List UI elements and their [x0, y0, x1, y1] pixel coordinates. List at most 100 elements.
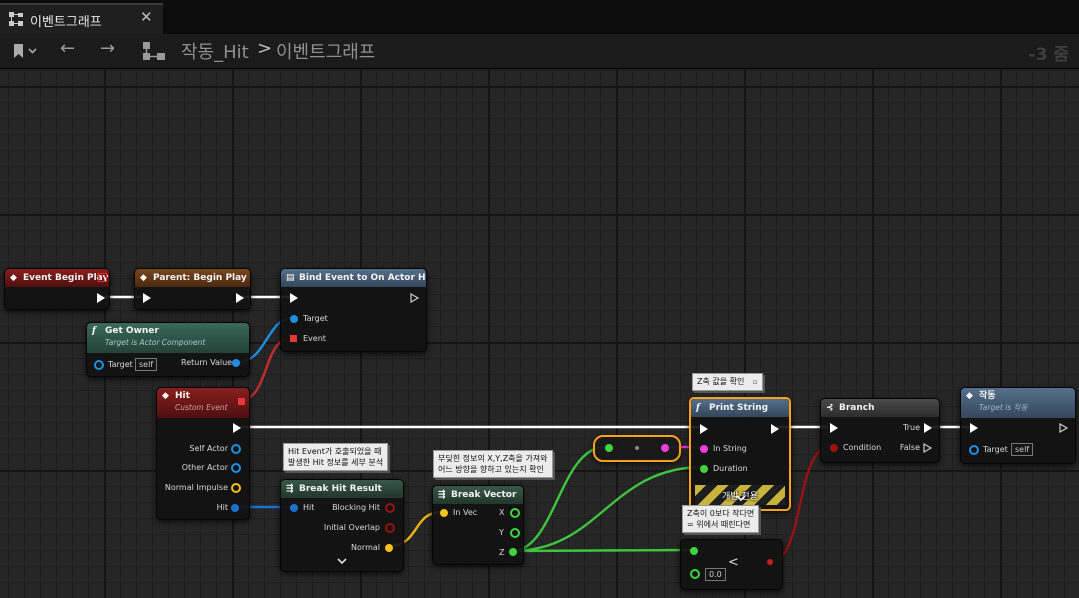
pin-label: False: [899, 443, 920, 452]
self-actor-pin[interactable]: [231, 444, 241, 454]
comment-print-z[interactable]: Z축 값을 확인 ▫: [692, 373, 763, 391]
node-action[interactable]: ◆ 작동 Target is 작동 Target self: [960, 387, 1076, 464]
target-pin[interactable]: [290, 315, 298, 323]
node-title: Hit: [175, 391, 190, 401]
forward-arrow-icon[interactable]: →: [100, 38, 115, 59]
node-title: Bind Event to On Actor Hit: [299, 273, 426, 283]
less-than-operator: <: [728, 555, 739, 570]
node-less-than[interactable]: 0.0 <: [680, 539, 783, 590]
x-pin[interactable]: [510, 508, 520, 518]
normal-pin[interactable]: [385, 544, 393, 552]
pin-label: Target: [108, 360, 133, 369]
pin-label: Y: [499, 528, 504, 537]
exec-out-pin[interactable]: [236, 293, 244, 303]
pin-label: Hit: [216, 503, 228, 512]
back-arrow-icon[interactable]: ←: [60, 38, 75, 59]
node-branch[interactable]: ⊰ Branch True Condition False: [820, 398, 940, 463]
node-title: Branch: [839, 403, 875, 413]
tab-label: 이벤트그래프: [30, 15, 102, 30]
pin-label: In String: [713, 444, 747, 453]
pin-label: X: [499, 508, 505, 517]
result-pin[interactable]: [767, 559, 773, 565]
false-pin[interactable]: [923, 443, 932, 453]
comment-line: Hit Event가 호출되었을 때: [288, 447, 382, 456]
function-icon: f: [696, 403, 700, 413]
pin-label: Initial Overlap: [323, 523, 380, 532]
exec-in-pin[interactable]: [290, 293, 298, 303]
node-title: Parent: Begin Play: [153, 273, 247, 283]
compare-value[interactable]: 0.0: [705, 568, 726, 581]
collapse-icon[interactable]: ▫: [753, 377, 758, 388]
node-title: Break Hit Result: [299, 484, 382, 494]
comment-line: 부딪힌 정보의 X,Y,Z축을 가져와: [438, 454, 548, 463]
y-pin[interactable]: [510, 528, 520, 538]
pin-label: Self Actor: [189, 444, 228, 453]
float-in-pin[interactable]: [605, 444, 613, 452]
target-value[interactable]: self: [1011, 443, 1034, 456]
a-pin[interactable]: [690, 547, 698, 555]
hit-pin[interactable]: [231, 504, 239, 512]
exec-out-pin[interactable]: [233, 423, 241, 433]
node-get-owner[interactable]: f Get Owner Target is Actor Component Ta…: [86, 322, 250, 377]
comment-line: 어느 방향을 향하고 있는지 확인: [438, 465, 544, 474]
event-pin[interactable]: [290, 335, 297, 342]
normal-impulse-pin[interactable]: [231, 483, 241, 493]
node-print-string[interactable]: f Print String In String Duration 개발 전용: [689, 397, 791, 511]
node-break-vector[interactable]: ⇶ Break Vector In Vec X Y Z: [432, 485, 524, 565]
duration-pin[interactable]: [700, 465, 708, 473]
node-hit-event[interactable]: ◆ Hit Custom Event Self Actor Other Acto…: [156, 387, 250, 520]
in-string-pin[interactable]: [700, 445, 708, 453]
return-value-pin[interactable]: [232, 359, 240, 367]
z-pin[interactable]: [509, 548, 517, 556]
node-parent-begin-play[interactable]: ◆ Parent: Begin Play: [134, 268, 251, 310]
comment-compare[interactable]: Z축이 0보다 작다면 = 위에서 때린다면: [682, 505, 760, 533]
string-out-pin[interactable]: [661, 444, 669, 452]
other-actor-pin[interactable]: [231, 463, 241, 473]
node-event-begin-play[interactable]: ◆ Event Begin Play: [4, 268, 110, 310]
event-icon: ◆: [162, 391, 169, 401]
node-break-hit-result[interactable]: ⇶ Break Hit Result Hit Blocking Hit Init…: [280, 479, 404, 572]
pin-label: Target: [983, 445, 1008, 454]
target-pin[interactable]: [969, 445, 979, 455]
function-icon: ▤: [286, 273, 295, 283]
true-pin[interactable]: [924, 423, 932, 433]
comment-break-vector[interactable]: 부딪힌 정보의 X,Y,Z축을 가져와 어느 방향을 향하고 있는지 확인: [433, 450, 553, 478]
breadcrumb-separator: >: [257, 38, 273, 59]
target-value[interactable]: self: [135, 358, 158, 371]
exec-out-icon: [410, 293, 419, 303]
pin-label: Other Actor: [181, 463, 228, 472]
node-bind-event[interactable]: ▤ Bind Event to On Actor Hit Target Even…: [280, 268, 427, 352]
exec-in-pin[interactable]: [143, 293, 151, 303]
delegate-pin[interactable]: [98, 273, 107, 282]
tab-event-graph[interactable]: 이벤트그래프 ✕: [0, 3, 163, 34]
branch-icon: ⊰: [826, 403, 834, 413]
graph-toolbar: ← → 작동_Hit > 이벤트그래프 -3 줌: [0, 34, 1079, 69]
node-title: Get Owner: [105, 326, 159, 336]
in-vec-pin[interactable]: [440, 509, 448, 517]
blocking-hit-pin[interactable]: [385, 503, 395, 513]
exec-out-pin[interactable]: [97, 293, 105, 303]
initial-overlap-pin[interactable]: [385, 523, 395, 533]
pin-label: Target: [303, 314, 328, 323]
pin-label: Blocking Hit: [332, 503, 380, 512]
exec-out-pin[interactable]: [771, 424, 779, 434]
target-pin[interactable]: [94, 360, 104, 370]
exec-in-pin[interactable]: [700, 424, 708, 434]
comment-line: Z축이 0보다 작다면: [687, 509, 755, 518]
comment-line: 발생한 Hit 정보를 세부 분석: [288, 458, 384, 467]
comment-hit-event[interactable]: Hit Event가 호출되었을 때 발생한 Hit 정보를 세부 분석: [283, 443, 389, 471]
delegate-pin[interactable]: [238, 398, 245, 405]
exec-out-pin[interactable]: [1059, 423, 1068, 433]
function-icon: f: [92, 326, 96, 336]
bookmark-icon[interactable]: [12, 43, 38, 59]
breadcrumb-blueprint[interactable]: 작동_Hit: [181, 38, 249, 64]
chevron-down-icon[interactable]: [337, 558, 347, 566]
node-conversion[interactable]: [593, 435, 681, 462]
exec-in-pin[interactable]: [970, 423, 978, 433]
close-icon[interactable]: ✕: [140, 8, 153, 26]
b-pin[interactable]: [690, 569, 700, 579]
chevron-down-icon[interactable]: [736, 495, 746, 503]
breadcrumb-graph[interactable]: 이벤트그래프: [276, 38, 375, 64]
node-title: Event Begin Play: [23, 273, 109, 283]
pin-label: Z: [499, 548, 505, 557]
